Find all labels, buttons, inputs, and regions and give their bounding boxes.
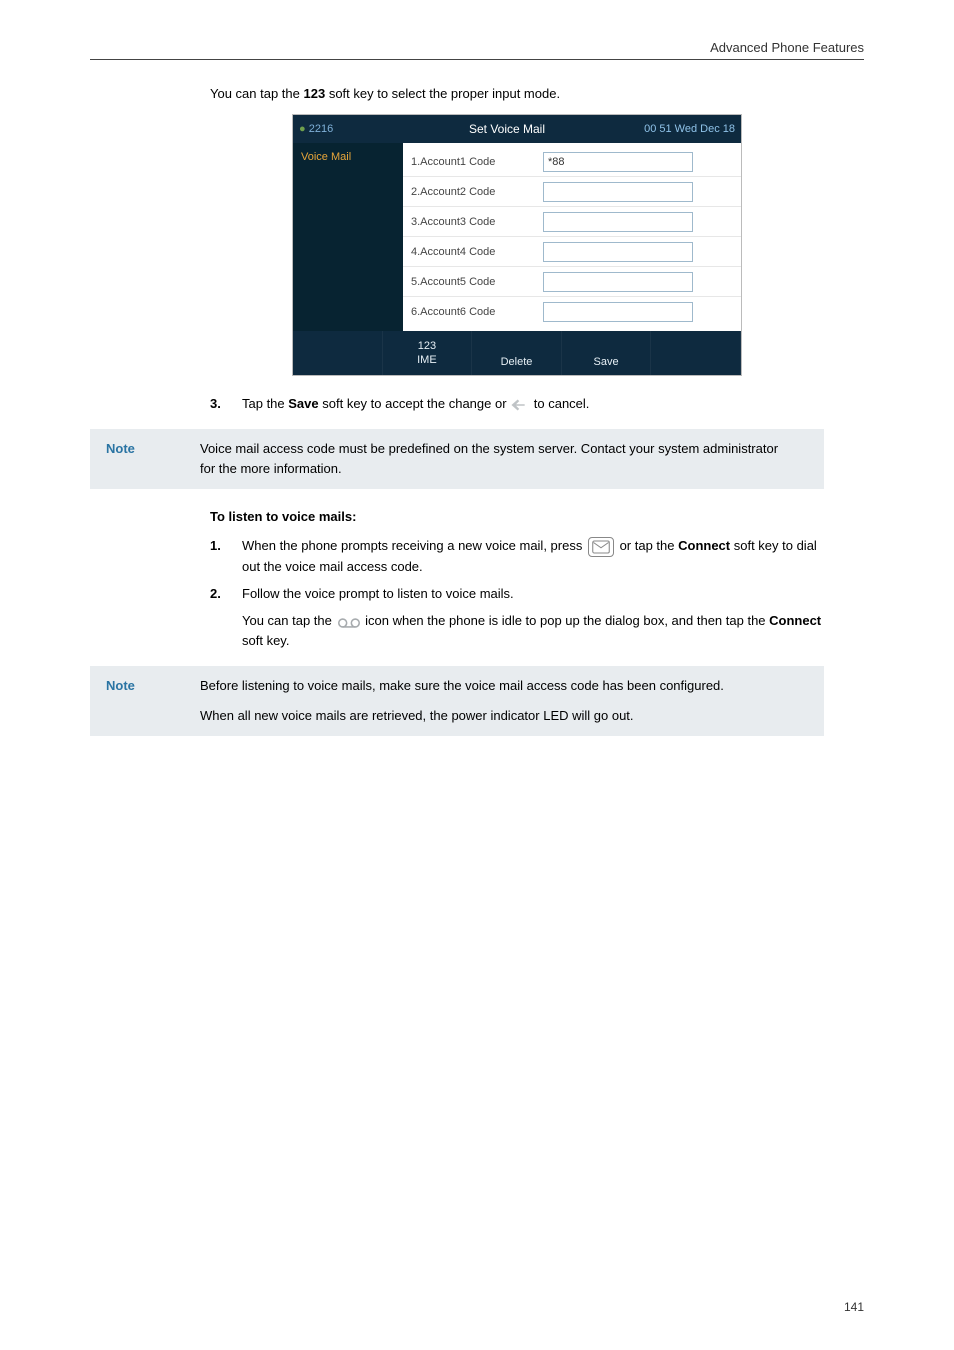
listen-sub-paragraph: You can tap the icon when the phone is i… xyxy=(242,611,824,653)
screenshot-footer: 123 IME Delete Save xyxy=(293,331,741,375)
note-block-2: Note Before listening to voice mails, ma… xyxy=(90,666,824,736)
intro-paragraph: You can tap the 123 soft key to select t… xyxy=(210,84,824,104)
field-label: 3.Account3 Code xyxy=(403,216,543,228)
home-button[interactable] xyxy=(651,331,741,375)
screenshot-clock: 00 51 Wed Dec 18 xyxy=(615,123,735,135)
note-body: Before listening to voice mails, make su… xyxy=(200,676,814,726)
form-row: 6.Account6 Code xyxy=(403,297,741,327)
ime-button-bottom: IME xyxy=(417,354,437,366)
note-label: Note xyxy=(90,676,200,726)
account6-code-input[interactable] xyxy=(543,302,693,322)
field-label: 1.Account1 Code xyxy=(403,156,543,168)
mail-key-icon xyxy=(588,537,614,557)
ime-button[interactable]: 123 IME xyxy=(383,331,473,375)
screenshot-form: 1.Account1 Code *88 2.Account2 Code 3.Ac… xyxy=(403,143,741,331)
back-button[interactable] xyxy=(293,331,383,375)
screenshot-titlebar: ● 2216 Set Voice Mail 00 51 Wed Dec 18 xyxy=(293,115,741,143)
screenshot-title: Set Voice Mail xyxy=(399,122,615,136)
form-row: 2.Account2 Code xyxy=(403,177,741,207)
screenshot-extension: ● 2216 xyxy=(299,123,399,135)
cancel-back-icon xyxy=(510,398,530,412)
ime-key-label: 123 xyxy=(304,86,326,101)
listen-step-2: 2. Follow the voice prompt to listen to … xyxy=(210,584,824,605)
screenshot-left-panel: Voice Mail xyxy=(293,143,403,331)
form-row: 5.Account5 Code xyxy=(403,267,741,297)
form-row: 4.Account4 Code xyxy=(403,237,741,267)
delete-button-label: Delete xyxy=(501,356,533,368)
account5-code-input[interactable] xyxy=(543,272,693,292)
account2-code-input[interactable] xyxy=(543,182,693,202)
voicemail-tape-icon xyxy=(338,615,360,627)
note-body: Voice mail access code must be predefine… xyxy=(200,439,814,479)
form-row: 3.Account3 Code xyxy=(403,207,741,237)
set-voice-mail-screenshot: ● 2216 Set Voice Mail 00 51 Wed Dec 18 V… xyxy=(292,114,742,376)
listen-step-1: 1. When the phone prompts receiving a ne… xyxy=(210,536,824,578)
field-label: 6.Account6 Code xyxy=(403,306,543,318)
page-header: Advanced Phone Features xyxy=(90,40,864,60)
step-3: 3. Tap the Save soft key to accept the c… xyxy=(210,394,824,415)
note-label: Note xyxy=(90,439,200,479)
form-row: 1.Account1 Code *88 xyxy=(403,147,741,177)
delete-button[interactable]: Delete xyxy=(472,331,562,375)
save-button[interactable]: Save xyxy=(562,331,652,375)
note-block-1: Note Voice mail access code must be pred… xyxy=(90,429,824,489)
field-label: 5.Account5 Code xyxy=(403,276,543,288)
page-number: 141 xyxy=(844,1300,864,1314)
listen-heading: To listen to voice mails: xyxy=(210,509,824,524)
account1-code-input[interactable]: *88 xyxy=(543,152,693,172)
account4-code-input[interactable] xyxy=(543,242,693,262)
account3-code-input[interactable] xyxy=(543,212,693,232)
field-label: 4.Account4 Code xyxy=(403,246,543,258)
save-button-label: Save xyxy=(594,356,619,368)
field-label: 2.Account2 Code xyxy=(403,186,543,198)
ime-button-top: 123 xyxy=(418,340,436,352)
page-header-title: Advanced Phone Features xyxy=(710,40,864,55)
left-panel-item[interactable]: Voice Mail xyxy=(301,151,395,163)
